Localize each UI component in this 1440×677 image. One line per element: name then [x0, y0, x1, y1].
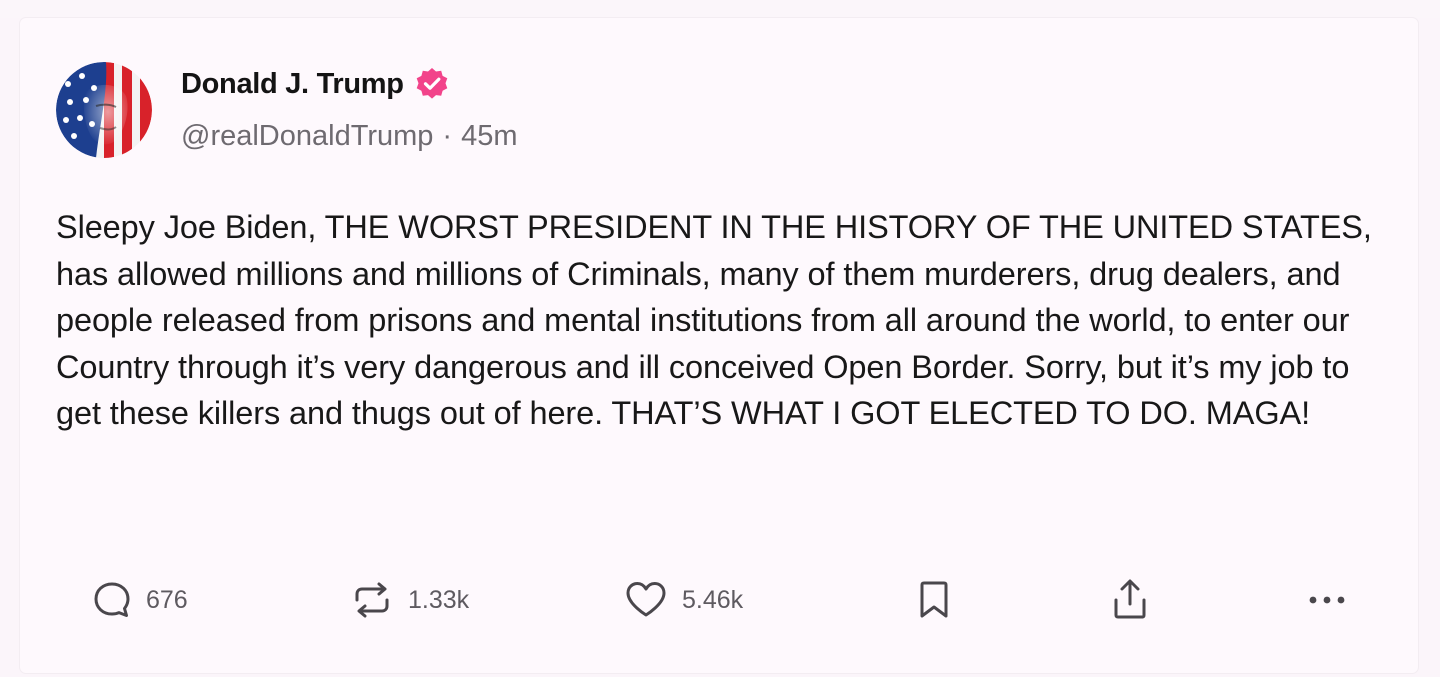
separator-dot: · [442, 120, 453, 152]
reply-button[interactable]: 676 [90, 574, 188, 626]
post-timestamp[interactable]: 45m [461, 120, 517, 153]
action-bar: 676 1.33k 5.46k [20, 574, 1418, 626]
bookmark-button[interactable] [910, 574, 958, 626]
flag-portrait-avatar-icon [56, 62, 152, 158]
like-count: 5.46k [682, 585, 744, 614]
post-body-text: Sleepy Joe Biden, THE WORST PRESIDENT IN… [56, 209, 1372, 431]
more-icon [1304, 577, 1350, 623]
repost-button[interactable]: 1.33k [348, 574, 469, 626]
author-handle[interactable]: @realDonaldTrump [181, 120, 433, 153]
heart-icon [622, 576, 670, 624]
reply-count: 676 [146, 585, 188, 614]
share-icon [1106, 576, 1154, 624]
like-button[interactable]: 5.46k [622, 574, 743, 626]
handle-row: @realDonaldTrump · 45m [181, 120, 518, 153]
verified-badge-icon [414, 66, 450, 102]
bookmark-icon [910, 576, 958, 624]
repost-icon [348, 576, 396, 624]
author-row: Donald J. Trump [181, 64, 450, 104]
post-card: Donald J. Trump @realDonaldTrump · 45m S… [20, 18, 1418, 673]
avatar[interactable] [56, 62, 152, 158]
reply-icon [90, 578, 134, 622]
top-strip [0, 0, 1440, 18]
author-name[interactable]: Donald J. Trump [181, 68, 404, 101]
repost-count: 1.33k [408, 585, 470, 614]
share-button[interactable] [1106, 574, 1154, 626]
more-options-button[interactable] [1304, 574, 1350, 626]
